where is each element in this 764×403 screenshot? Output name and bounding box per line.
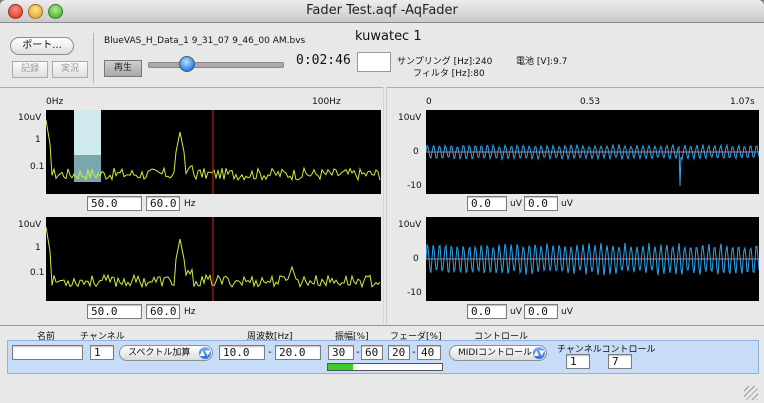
- record-button[interactable]: 記録: [12, 61, 48, 78]
- spectrum2-high-freq-input[interactable]: 60.0: [146, 304, 180, 319]
- row-chan-ctrl-a-input[interactable]: 1: [566, 354, 590, 369]
- battery-info: 電池 [V]:9.7: [516, 54, 567, 67]
- title-bar: Fader Test.aqf -AqFader: [0, 0, 764, 23]
- spectrum2-low-freq-input[interactable]: 50.0: [87, 304, 142, 319]
- spectrum-x-end: 100Hz: [312, 97, 341, 107]
- table-top-border: [0, 325, 764, 326]
- waveform-trace: [426, 143, 759, 187]
- row-amp-low-input[interactable]: 30: [328, 345, 354, 360]
- waveform-plot-1[interactable]: [426, 110, 759, 194]
- select-arrow-icon: ▲▼: [533, 347, 545, 359]
- waveform2-y-bottom: -10: [407, 288, 422, 298]
- spectrum2-y-low: 0.1: [30, 268, 45, 278]
- waveform-x-start: 0: [426, 97, 432, 107]
- waveform2-unit-b: uV: [561, 307, 573, 317]
- row-amp-high-input[interactable]: 60: [361, 345, 383, 360]
- row-mode-select[interactable]: スペクトル加算 ▲▼: [119, 345, 213, 361]
- split-handle[interactable]: [383, 87, 387, 325]
- row-control-select[interactable]: MIDIコントロール ▲▼: [449, 345, 547, 361]
- spectrum1-high-freq-input[interactable]: 60.0: [146, 196, 180, 211]
- minimize-window-icon[interactable]: [28, 4, 43, 19]
- filter-info: フィルタ [Hz]:80: [413, 66, 485, 79]
- spectrum1-y-low: 0.1: [30, 162, 45, 172]
- waveform1-value-a-input[interactable]: 0.0: [467, 196, 507, 211]
- battery-label: 電池 [V]:: [516, 57, 554, 67]
- waveform2-y-top: 10uV: [398, 220, 422, 230]
- port-button[interactable]: ポート...: [10, 37, 74, 55]
- waveform1-y-zero: 0: [413, 147, 419, 157]
- select-arrow-icon: ▲▼: [199, 347, 211, 359]
- waveform-x-end: 1.07s: [730, 97, 755, 107]
- waveform1-y-top: 10uV: [398, 113, 422, 123]
- toolbar-divider: [93, 33, 94, 83]
- row-control-value: MIDIコントロール: [458, 348, 533, 358]
- spectrum2-y-mid: 1: [35, 243, 41, 253]
- spectrum-plot-1[interactable]: [46, 110, 381, 194]
- waveform1-unit-a: uV: [510, 199, 522, 209]
- window-title: Fader Test.aqf -AqFader: [306, 3, 458, 18]
- amp-dash: -: [356, 347, 360, 358]
- fader-dash: -: [412, 347, 416, 358]
- playback-slider-knob[interactable]: [178, 56, 195, 72]
- playback-time: 0:02:46: [296, 53, 351, 68]
- row-mode-value: スペクトル加算: [128, 348, 191, 358]
- row-fader-high-input[interactable]: 40: [417, 345, 441, 360]
- row-freq-low-input[interactable]: 10.0: [219, 345, 265, 360]
- play-button[interactable]: 再生: [104, 60, 142, 77]
- spectrum-plot-1-graph: [46, 110, 381, 194]
- row-freq-high-input[interactable]: 20.0: [275, 345, 321, 360]
- waveform2-y-zero: 0: [413, 254, 419, 264]
- spectrum-x-start: 0Hz: [46, 97, 64, 107]
- level-meter: [327, 363, 443, 371]
- freq-dash: -: [268, 347, 272, 358]
- spectrum1-unit: Hz: [184, 199, 196, 209]
- filter-value: 80: [473, 69, 485, 79]
- waveform-plot-2-graph: [426, 242, 759, 276]
- spectrum1-y-top: 10uV: [18, 113, 42, 123]
- close-window-icon[interactable]: [8, 4, 23, 19]
- panel-separator: [0, 87, 764, 88]
- filter-label: フィルタ [Hz]:: [413, 69, 474, 79]
- row-fader-low-input[interactable]: 20: [388, 345, 410, 360]
- waveform1-value-b-input[interactable]: 0.0: [524, 196, 558, 211]
- waveform2-unit-a: uV: [510, 307, 522, 317]
- waveform1-y-bottom: -10: [407, 181, 422, 191]
- waveform2-value-b-input[interactable]: 0.0: [524, 304, 558, 319]
- row-channel-input[interactable]: 1: [90, 345, 114, 360]
- app-window: Fader Test.aqf -AqFader ポート... 記録 実況 Blu…: [0, 0, 764, 403]
- row-chan-ctrl-b-input[interactable]: 7: [608, 354, 632, 369]
- file-name: BlueVAS_H_Data_1 9_31_07 9_46_00 AM.bvs: [104, 36, 306, 46]
- status-indicator: [357, 52, 391, 72]
- spectrum1-low-freq-input[interactable]: 50.0: [87, 196, 142, 211]
- resize-grip-icon[interactable]: [744, 386, 758, 400]
- spectrum2-y-top: 10uV: [18, 220, 42, 230]
- playback-slider-track[interactable]: [148, 62, 284, 68]
- live-button[interactable]: 実況: [52, 61, 88, 78]
- zoom-window-icon[interactable]: [48, 4, 63, 19]
- level-meter-fill: [328, 364, 354, 370]
- spectrum-plot-2-graph: [46, 217, 381, 301]
- waveform1-unit-b: uV: [561, 199, 573, 209]
- waveform-plot-2[interactable]: [426, 217, 759, 301]
- battery-value: 9.7: [553, 57, 568, 67]
- spectrum1-y-mid: 1: [35, 135, 41, 145]
- row-name-input[interactable]: [12, 345, 83, 360]
- waveform-plot-1-graph: [426, 143, 759, 187]
- waveform-x-mid: 0.53: [580, 97, 601, 107]
- spectrum-plot-2[interactable]: [46, 217, 381, 301]
- waveform2-value-a-input[interactable]: 0.0: [467, 304, 507, 319]
- spectrum2-unit: Hz: [184, 307, 196, 317]
- device-name: kuwatec 1: [355, 29, 422, 44]
